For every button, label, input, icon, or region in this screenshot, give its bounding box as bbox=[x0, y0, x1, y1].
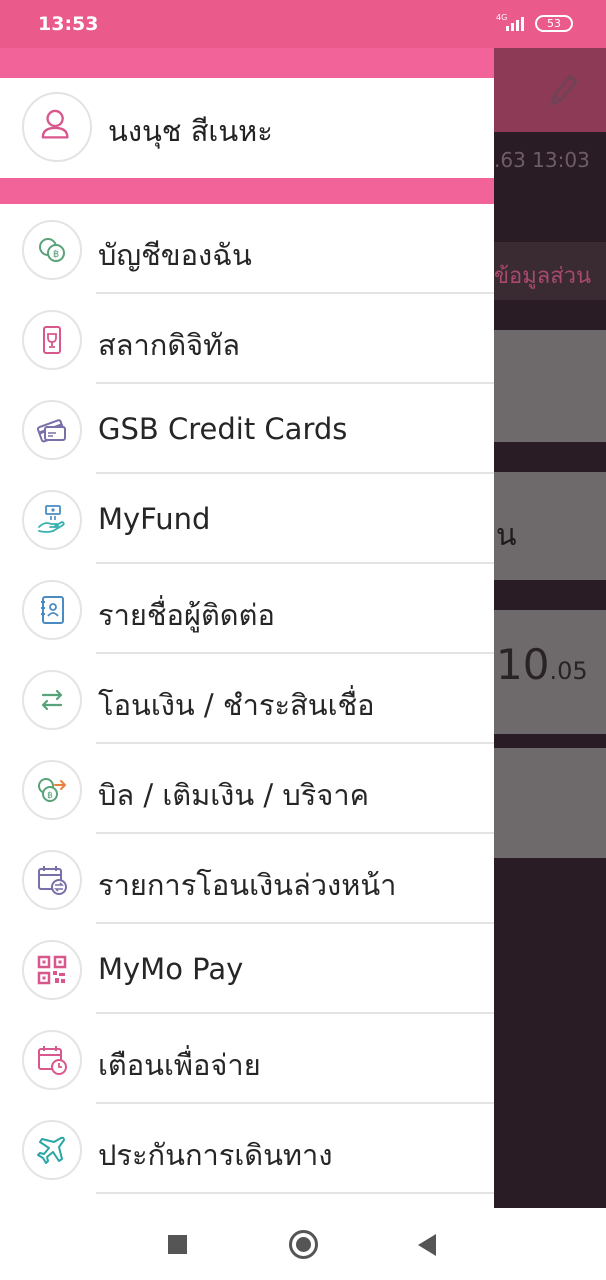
menu-item-label: ประกันการเดินทาง bbox=[98, 1138, 333, 1172]
signal-icon bbox=[506, 15, 528, 31]
balance-decimal: .05 bbox=[549, 657, 588, 685]
balance-integer: 10 bbox=[496, 640, 550, 689]
airplane-icon bbox=[37, 1136, 65, 1164]
credit-card-icon bbox=[36, 419, 66, 443]
scheduled-transfer-icon bbox=[38, 866, 67, 895]
home-button[interactable] bbox=[289, 1230, 318, 1259]
status-bar: 13:53 4G 53 bbox=[0, 0, 606, 48]
menu-item-mymo-pay[interactable]: MyMo Pay bbox=[0, 924, 494, 1014]
menu-item-my-accounts[interactable]: ฿ บัญชีของฉัน bbox=[0, 204, 494, 294]
battery-icon: 53 bbox=[535, 15, 573, 32]
background-card bbox=[494, 748, 606, 858]
menu-item-contacts[interactable]: รายชื่อผู้ติดต่อ bbox=[0, 564, 494, 654]
fund-hand-icon bbox=[38, 505, 65, 533]
background-header bbox=[494, 48, 606, 132]
bill-payment-icon: ฿ bbox=[38, 778, 66, 802]
background-card: น bbox=[494, 472, 606, 580]
menu-item-gsb-credit-cards[interactable]: GSB Credit Cards bbox=[0, 384, 494, 474]
svg-text:฿: ฿ bbox=[47, 791, 53, 801]
profile-name: นงนุช สีเนหะ bbox=[108, 114, 273, 148]
drawer-header-band bbox=[0, 48, 494, 78]
contact-book-icon bbox=[41, 596, 64, 624]
background-section: ข้อมูลส่วน bbox=[494, 242, 606, 300]
drawer-divider-band bbox=[0, 178, 494, 204]
background-balance-card: 10.05 bbox=[494, 610, 606, 734]
background-screen: .63 13:03 ข้อมูลส่วน น 10.05 bbox=[494, 48, 606, 1208]
menu-item-digital-lottery[interactable]: สลากดิจิทัล bbox=[0, 294, 494, 384]
calendar-reminder-icon bbox=[38, 1046, 67, 1075]
menu-item-travel-insurance[interactable]: ประกันการเดินทาง bbox=[0, 1104, 494, 1194]
menu-item-partial[interactable] bbox=[0, 1194, 494, 1208]
status-time: 13:53 bbox=[38, 13, 99, 35]
menu-item-bill-topup-donate[interactable]: ฿ บิล / เติมเงิน / บริจาค bbox=[0, 744, 494, 834]
menu-item-payment-reminder[interactable]: เตือนเพื่อจ่าย bbox=[0, 1014, 494, 1104]
coins-icon: ฿ bbox=[39, 238, 65, 262]
menu-item-myfund[interactable]: MyFund bbox=[0, 474, 494, 564]
menu-item-label: GSB Credit Cards bbox=[98, 412, 348, 446]
background-card bbox=[494, 330, 606, 442]
system-navigation-bar bbox=[0, 1208, 606, 1280]
menu-item-label: สลากดิจิทัล bbox=[98, 328, 241, 362]
transfer-arrows-icon bbox=[41, 689, 63, 711]
menu-item-label: บัญชีของฉัน bbox=[98, 238, 252, 272]
background-section-title: ข้อมูลส่วน bbox=[494, 264, 592, 289]
balance-amount: 10.05 bbox=[496, 640, 588, 689]
menu-item-label: บิล / เติมเงิน / บริจาค bbox=[98, 778, 370, 812]
menu-item-transfer-loan-payment[interactable]: โอนเงิน / ชำระสินเชื่อ bbox=[0, 654, 494, 744]
edit-pencil-icon bbox=[550, 74, 578, 106]
menu-item-scheduled-transfers[interactable]: รายการโอนเงินล่วงหน้า bbox=[0, 834, 494, 924]
menu-item-label: รายชื่อผู้ติดต่อ bbox=[98, 598, 275, 632]
background-card-text: น bbox=[496, 518, 517, 553]
menu-item-label: เตือนเพื่อจ่าย bbox=[98, 1048, 261, 1082]
menu-item-label: รายการโอนเงินล่วงหน้า bbox=[98, 868, 397, 902]
menu-item-label: โอนเงิน / ชำระสินเชื่อ bbox=[98, 688, 375, 722]
menu-item-label: MyFund bbox=[98, 502, 211, 536]
background-date: .63 13:03 bbox=[494, 148, 590, 172]
avatar[interactable] bbox=[22, 92, 92, 162]
menu-item-label: MyMo Pay bbox=[98, 952, 244, 986]
qr-code-icon bbox=[37, 955, 67, 985]
profile-section[interactable]: นงนุช สีเนหะ bbox=[0, 78, 494, 178]
back-button[interactable] bbox=[418, 1234, 436, 1256]
svg-text:฿: ฿ bbox=[53, 249, 59, 260]
lottery-ticket-icon bbox=[43, 326, 61, 354]
battery-level: 53 bbox=[547, 17, 561, 30]
user-icon bbox=[41, 109, 69, 139]
recent-apps-button[interactable] bbox=[168, 1235, 187, 1254]
navigation-drawer: นงนุช สีเนหะ ฿ บัญชีของฉัน สลากดิจิทัล G… bbox=[0, 48, 494, 1208]
drawer-menu: ฿ บัญชีของฉัน สลากดิจิทัล GSB Credit Car… bbox=[0, 204, 494, 1208]
